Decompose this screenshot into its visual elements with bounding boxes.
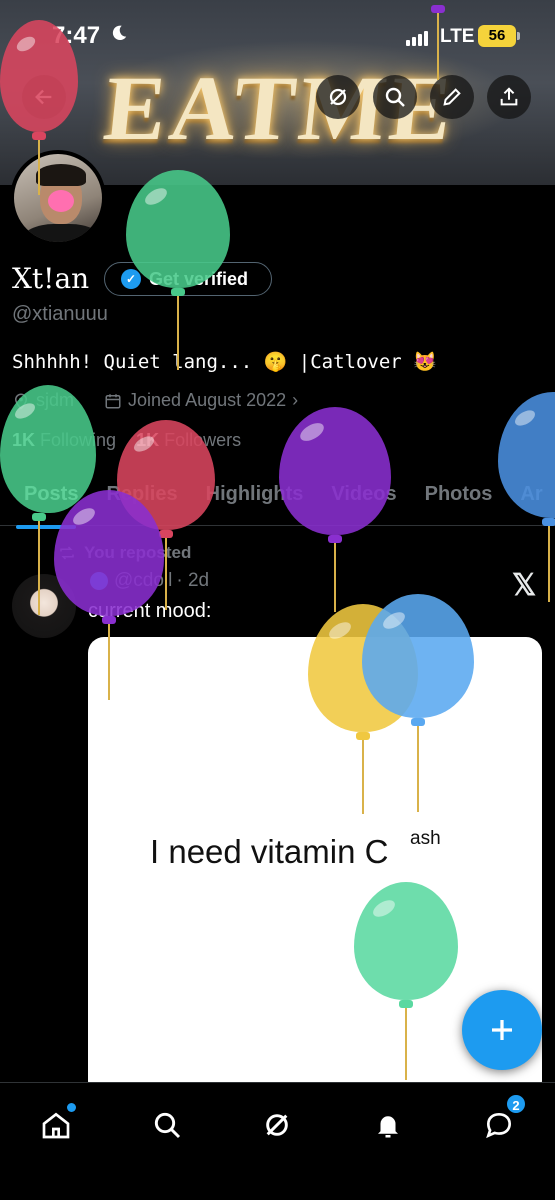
notification-dot <box>67 1103 76 1112</box>
grok-button[interactable] <box>316 75 360 119</box>
compose-button[interactable] <box>462 990 542 1070</box>
balloon <box>498 392 555 602</box>
bottom-nav: 2 <box>0 1082 555 1200</box>
display-name: Xt!an <box>12 262 90 295</box>
balloon <box>362 594 474 812</box>
nav-home[interactable] <box>34 1103 78 1147</box>
plus-icon <box>492 1020 512 1040</box>
nav-search[interactable] <box>145 1103 189 1147</box>
balloon-string <box>428 0 448 80</box>
balloon <box>0 20 78 195</box>
profile-handle: @xtianuuu <box>12 303 108 325</box>
signal-icon <box>406 28 430 46</box>
tab-photos[interactable]: Photos <box>411 470 507 525</box>
balloon <box>126 170 230 370</box>
status-bar: 7:47 LTE 56 <box>0 0 555 70</box>
share-button[interactable] <box>487 75 531 119</box>
balloon <box>354 882 458 1080</box>
edit-button[interactable] <box>430 75 474 119</box>
search-icon <box>385 87 405 107</box>
search-icon <box>154 1112 181 1139</box>
grok-icon <box>266 1114 288 1136</box>
nav-messages[interactable]: 2 <box>477 1093 527 1147</box>
moon-icon <box>112 25 127 41</box>
balloon <box>54 490 164 700</box>
post-image-superscript: ash <box>410 828 441 849</box>
search-button[interactable] <box>373 75 417 119</box>
edit-icon <box>443 88 461 106</box>
nav-notifications[interactable] <box>366 1103 410 1147</box>
messages-badge: 2 <box>505 1093 527 1115</box>
share-icon <box>500 87 518 106</box>
notifications-icon <box>378 1116 398 1138</box>
balloon <box>279 407 391 612</box>
grok-icon <box>329 88 347 106</box>
profile-joined: Joined August 2022 <box>128 390 287 410</box>
home-icon <box>42 1112 70 1139</box>
post-image-text: I need vitamin C <box>150 833 389 870</box>
nav-grok[interactable] <box>255 1103 299 1147</box>
battery-indicator: 56 <box>478 25 520 47</box>
calendar-icon <box>105 393 121 408</box>
